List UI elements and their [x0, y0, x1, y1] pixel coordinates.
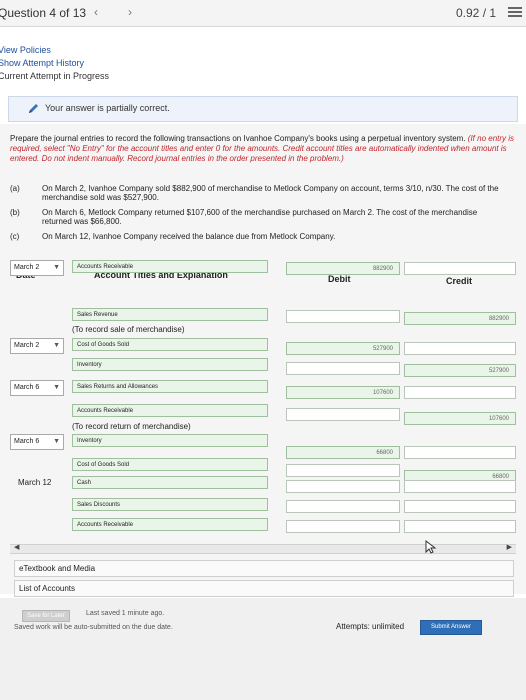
chevron-down-icon: ▼ [53, 342, 60, 349]
account-field[interactable]: Sales Returns and Allowances [72, 380, 268, 393]
debit-field[interactable]: 527900 [286, 342, 400, 355]
debit-field[interactable]: 882900 [286, 262, 400, 275]
account-field[interactable]: Cost of Goods Sold [72, 338, 268, 351]
credit-field[interactable] [404, 386, 516, 399]
scroll-left-icon[interactable]: ◀ [14, 543, 19, 551]
entry-explanation: (To record return of merchandise) [72, 422, 191, 431]
account-field[interactable]: Cost of Goods Sold [72, 458, 268, 471]
account-field[interactable]: Inventory [72, 434, 268, 447]
chevron-down-icon: ▼ [53, 264, 60, 271]
chevron-left-icon[interactable]: ‹ [94, 5, 98, 19]
entry-explanation: (To record sale of merchandise) [72, 325, 185, 334]
debit-field[interactable] [286, 520, 400, 533]
date-select[interactable]: March 6 ▼ [10, 380, 64, 396]
credit-field[interactable] [404, 342, 516, 355]
chevron-right-icon[interactable]: › [128, 5, 132, 19]
debit-field[interactable] [286, 500, 400, 513]
credit-field[interactable]: 882900 [404, 312, 516, 325]
etextbook-panel[interactable]: eTextbook and Media [14, 560, 514, 577]
scroll-right-icon[interactable]: ▶ [507, 543, 512, 551]
date-select[interactable]: March 2 ▼ [10, 338, 64, 354]
attempt-links: View Policies Show Attempt History Curre… [0, 44, 109, 83]
credit-field[interactable] [404, 500, 516, 513]
date-label: March 12 [18, 478, 52, 487]
credit-field[interactable] [404, 446, 516, 459]
auto-submit-text: Saved work will be auto-submitted on the… [14, 624, 173, 631]
account-field[interactable]: Accounts Receivable [72, 404, 268, 417]
partial-correct-banner: Your answer is partially correct. [8, 96, 518, 122]
current-attempt-label: Current Attempt in Progress [0, 71, 110, 81]
chevron-down-icon: ▼ [53, 384, 60, 391]
credit-field[interactable]: 527900 [404, 364, 516, 377]
question-content: Prepare the journal entries to record th… [0, 124, 526, 597]
date-select[interactable]: March 2 ▼ [10, 260, 64, 276]
top-bar: Question 4 of 13 ‹ › 0.92 / 1 [0, 0, 526, 27]
score-display: 0.92 / 1 [456, 6, 497, 20]
last-saved-text: Last saved 1 minute ago. [86, 610, 165, 617]
attempts-text: Attempts: unlimited [336, 622, 405, 631]
pencil-icon [29, 104, 38, 113]
show-attempt-history-link[interactable]: Show Attempt History [0, 57, 109, 70]
cursor-icon [425, 540, 437, 554]
debit-field[interactable] [286, 362, 400, 375]
debit-field[interactable] [286, 464, 400, 477]
credit-field[interactable] [404, 480, 516, 493]
debit-field[interactable]: 66800 [286, 446, 400, 459]
debit-field[interactable] [286, 480, 400, 493]
credit-field[interactable] [404, 262, 516, 275]
debit-field[interactable] [286, 408, 400, 421]
footer: Save for Later Last saved 1 minute ago. … [0, 598, 526, 700]
question-title: Question 4 of 13 [0, 6, 87, 20]
date-select[interactable]: March 6 ▼ [10, 434, 64, 450]
account-field[interactable]: Accounts Receivable [72, 518, 268, 531]
account-field[interactable]: Cash [72, 476, 268, 489]
account-field[interactable]: Inventory [72, 358, 268, 371]
menu-icon[interactable] [508, 7, 522, 18]
debit-field[interactable] [286, 310, 400, 323]
debit-column-header: Debit [328, 274, 351, 284]
submit-answer-button[interactable]: Submit Answer [420, 620, 482, 635]
list-of-accounts-panel[interactable]: List of Accounts [14, 580, 514, 597]
problem-instructions: Prepare the journal entries to record th… [10, 134, 515, 163]
view-policies-link[interactable]: View Policies [0, 44, 109, 57]
chevron-down-icon: ▼ [53, 438, 60, 445]
account-field[interactable]: Accounts Receivable [72, 260, 268, 273]
debit-field[interactable]: 107600 [286, 386, 400, 399]
credit-field[interactable]: 107600 [404, 412, 516, 425]
status-message: Your answer is partially correct. [45, 103, 170, 113]
credit-field[interactable] [404, 520, 516, 533]
save-for-later-button[interactable]: Save for Later [22, 610, 70, 622]
account-field[interactable]: Sales Discounts [72, 498, 268, 511]
horizontal-scrollbar[interactable]: ◀ ▶ [10, 544, 516, 554]
credit-column-header: Credit [446, 276, 473, 286]
account-field[interactable]: Sales Revenue [72, 308, 268, 321]
